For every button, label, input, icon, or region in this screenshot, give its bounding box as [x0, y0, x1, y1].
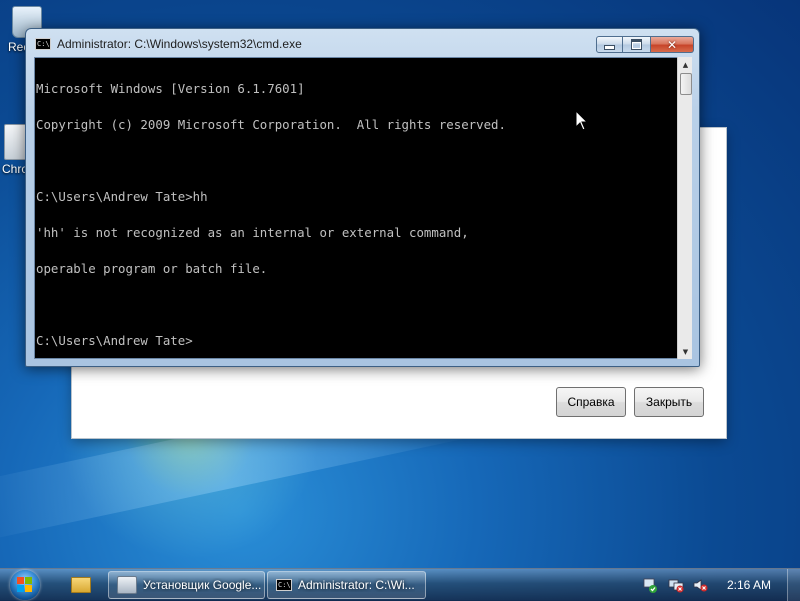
- taskbar-task-label: Установщик Google...: [143, 578, 262, 592]
- console-line: Microsoft Windows [Version 6.1.7601]: [36, 81, 305, 96]
- taskbar-task-cmd[interactable]: C:\ Administrator: C:\Wi...: [267, 571, 426, 599]
- cmd-window[interactable]: C:\ Administrator: C:\Windows\system32\c…: [25, 28, 700, 367]
- console-output: Microsoft Windows [Version 6.1.7601] Cop…: [36, 59, 506, 371]
- console-line: operable program or batch file.: [36, 261, 268, 276]
- minimize-button[interactable]: [596, 36, 623, 53]
- help-button[interactable]: Справка: [556, 387, 626, 417]
- window-title: Administrator: C:\Windows\system32\cmd.e…: [57, 37, 302, 51]
- system-clock[interactable]: 2:16 AM: [718, 578, 780, 592]
- console-line: C:\Users\Andrew Tate>hh: [36, 189, 208, 204]
- flag-icon: [17, 577, 33, 593]
- close-window-button[interactable]: ✕: [651, 36, 694, 53]
- console-prompt: C:\Users\Andrew Tate>: [36, 333, 193, 348]
- scroll-down-arrow[interactable]: ▼: [678, 344, 693, 359]
- scroll-up-arrow[interactable]: ▲: [678, 57, 693, 72]
- taskbar-task-label: Administrator: C:\Wi...: [298, 578, 415, 592]
- console-area[interactable]: Microsoft Windows [Version 6.1.7601] Cop…: [34, 57, 678, 359]
- console-line: Copyright (c) 2009 Microsoft Corporation…: [36, 117, 506, 132]
- vertical-scrollbar[interactable]: ▲ ▼: [677, 57, 692, 359]
- show-desktop-button[interactable]: [787, 569, 800, 601]
- close-button[interactable]: Закрыть: [634, 387, 704, 417]
- start-button[interactable]: [7, 569, 45, 601]
- cmd-icon: C:\: [276, 579, 292, 591]
- network-icon[interactable]: [668, 578, 684, 593]
- console-line: 'hh' is not recognized as an internal or…: [36, 225, 469, 240]
- minimize-icon: [604, 45, 615, 50]
- taskbar: Установщик Google... C:\ Administrator: …: [0, 568, 800, 601]
- volume-muted-icon[interactable]: [692, 578, 708, 593]
- cmd-icon: C:\: [35, 38, 51, 50]
- scroll-thumb[interactable]: [680, 73, 692, 95]
- taskbar-task-installer[interactable]: Установщик Google...: [108, 571, 265, 599]
- maximize-icon: [631, 39, 642, 50]
- taskbar-explorer-button[interactable]: [61, 571, 101, 599]
- folder-icon: [71, 577, 91, 593]
- title-bar[interactable]: C:\ Administrator: C:\Windows\system32\c…: [26, 29, 699, 59]
- action-center-flag-icon[interactable]: [642, 578, 658, 593]
- close-icon: ✕: [666, 37, 678, 52]
- maximize-button[interactable]: [623, 36, 651, 53]
- installer-icon: [117, 576, 137, 594]
- mouse-cursor-icon: [575, 110, 589, 131]
